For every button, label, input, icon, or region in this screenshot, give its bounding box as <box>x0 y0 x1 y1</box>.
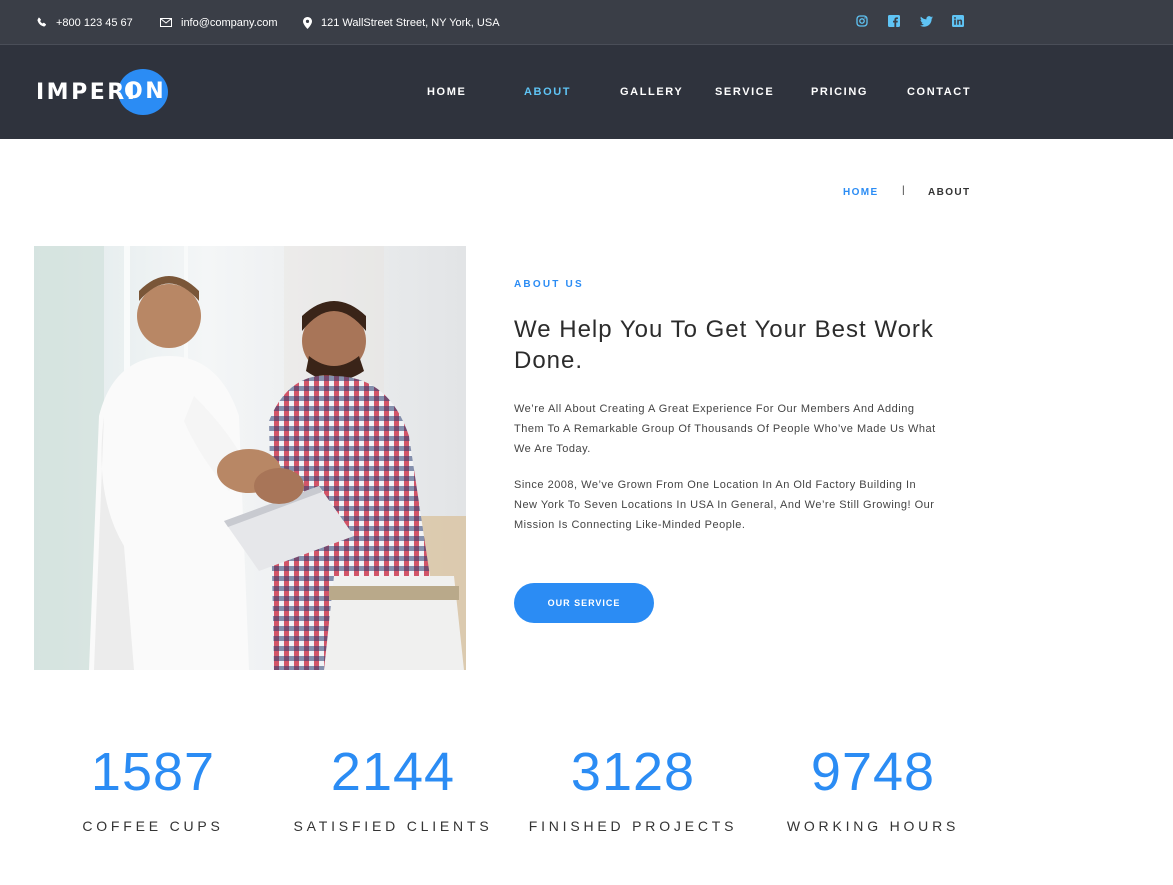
phone-text: +800 123 45 67 <box>56 16 133 29</box>
twitter-icon[interactable] <box>920 14 952 28</box>
logo[interactable]: IMPERI ON <box>36 69 168 115</box>
about-photo <box>34 246 466 670</box>
our-service-button[interactable]: OUR SERVICE <box>514 583 654 623</box>
stat-label: FINISHED PROJECTS <box>528 818 738 834</box>
breadcrumb-home[interactable]: HOME <box>843 187 879 198</box>
stat-value: 2144 <box>330 742 456 802</box>
address-contact: 121 WallStreet Street, NY York, USA <box>303 0 500 45</box>
email-text: info@company.com <box>181 16 278 29</box>
nav-gallery[interactable]: GALLERY <box>620 86 683 98</box>
stat-finished-projects: 3128 FINISHED PROJECTS <box>513 740 753 834</box>
mail-icon <box>160 18 172 27</box>
linkedin-icon[interactable] <box>952 14 984 28</box>
phone-contact[interactable]: +800 123 45 67 <box>36 0 133 45</box>
stat-value: 1587 <box>90 742 216 802</box>
stat-satisfied-clients: 2144 SATISFIED CLIENTS <box>273 740 513 834</box>
instagram-icon[interactable] <box>856 14 888 28</box>
stat-value: 3128 <box>570 742 696 802</box>
nav-service[interactable]: SERVICE <box>715 86 774 98</box>
main-navbar: IMPERI ON <box>0 45 1173 139</box>
stat-label: WORKING HOURS <box>786 818 960 834</box>
stat-working-hours: 9748 WORKING HOURS <box>753 740 993 834</box>
about-paragraph-1: We’re All About Creating A Great Experie… <box>514 403 936 455</box>
stat-coffee-cups: 1587 COFFEE CUPS <box>33 740 273 834</box>
nav-home[interactable]: HOME <box>427 86 466 98</box>
nav-pricing[interactable]: PRICING <box>811 86 868 98</box>
top-bar: +800 123 45 67 info@company.com 121 Wall… <box>0 0 1173 45</box>
breadcrumb-current: ABOUT <box>928 187 971 198</box>
address-text: 121 WallStreet Street, NY York, USA <box>321 16 500 29</box>
nav-about[interactable]: ABOUT <box>524 86 571 98</box>
social-links <box>856 14 984 28</box>
logo-text-accent: ON <box>124 79 167 104</box>
stat-value: 9748 <box>810 742 936 802</box>
about-paragraph-2: Since 2008, We’ve Grown From One Locatio… <box>514 479 935 531</box>
section-title: We Help You To Get Your Best Work Done. <box>514 316 934 374</box>
stat-label: COFFEE CUPS <box>82 818 224 834</box>
phone-icon <box>37 17 47 27</box>
section-label: ABOUT US <box>514 279 584 290</box>
email-contact[interactable]: info@company.com <box>160 0 278 45</box>
nav-contact[interactable]: CONTACT <box>907 86 971 98</box>
stat-label: SATISFIED CLIENTS <box>293 818 493 834</box>
facebook-icon[interactable] <box>888 14 920 28</box>
map-pin-icon <box>303 16 312 29</box>
logo-text-main: IMPERI <box>36 79 138 105</box>
breadcrumb-separator: | <box>902 185 906 196</box>
